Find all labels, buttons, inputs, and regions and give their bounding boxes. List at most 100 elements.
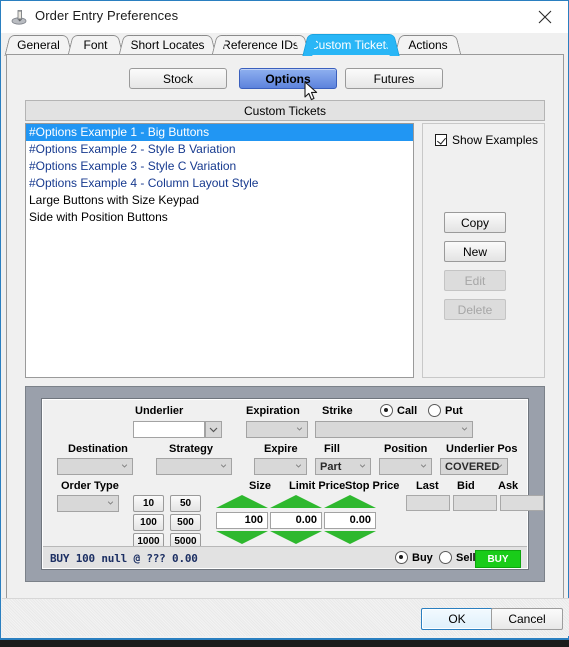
tab-general[interactable]: General [11,35,66,55]
tab-strip: General Font Short Locates Reference IDs… [1,33,568,55]
submit-order-button[interactable]: BUY [475,550,521,568]
fill-dropdown[interactable]: Part [315,458,371,475]
radio-dot-icon [380,404,393,417]
size-key-10[interactable]: 10 [133,495,164,512]
ask-field [500,495,544,511]
chevron-down-icon [359,464,366,468]
chevron-down-icon [496,464,503,468]
label-destination: Destination [68,443,128,455]
ticket-status-bar: BUY 100 null @ ??? 0.00 Buy Sell BUY [43,546,527,568]
position-dropdown[interactable] [379,458,432,475]
chevron-down-icon [220,464,227,468]
underlier-dropdown-button[interactable] [205,421,222,438]
strategy-dropdown[interactable] [156,458,232,475]
size-key-500[interactable]: 500 [170,514,201,531]
label-fill: Fill [324,443,340,455]
list-item[interactable]: #Options Example 2 - Style B Variation [26,141,413,158]
size-key-50[interactable]: 50 [170,495,201,512]
new-button[interactable]: New [444,241,506,262]
tab-short-locates[interactable]: Short Locates [125,35,210,55]
size-decrement-arrow[interactable] [216,531,268,544]
list-item[interactable]: #Options Example 4 - Column Layout Style [26,175,413,192]
type-button-stock[interactable]: Stock [129,68,227,89]
type-button-futures[interactable]: Futures [345,68,443,89]
buy-radio[interactable]: Buy [395,551,433,564]
label-expiration: Expiration [246,405,300,417]
cancel-button[interactable]: Cancel [491,608,563,630]
label-strike: Strike [322,405,353,417]
chevron-down-icon [461,427,468,431]
order-entry-preferences-window: Order Entry Preferences General Font Sho… [0,0,569,640]
custom-tickets-header: Custom Tickets [25,100,545,121]
list-actions-panel: Show Examples Copy New Edit Delete [422,123,545,378]
label-underlier-pos: Underlier Pos [446,443,518,455]
checkbox-check-icon [435,134,447,146]
label-position: Position [384,443,428,455]
label-limit-price: Limit Price [289,480,346,492]
label-ask: Ask [498,480,519,492]
preferences-pencil-icon [10,7,30,27]
stop-price-increment-arrow[interactable] [324,495,376,508]
call-radio[interactable]: Call [380,404,417,417]
sell-radio[interactable]: Sell [439,551,476,564]
tab-font[interactable]: Font [74,35,117,55]
expire-dropdown[interactable] [254,458,307,475]
radio-dot-icon [395,551,408,564]
label-strategy: Strategy [169,443,214,455]
limit-price-input[interactable]: 0.00 [270,512,322,529]
label-bid: Bid [457,480,475,492]
ticket-preview-frame: Underlier Expiration Strike Call Put Des… [25,386,545,582]
chevron-down-icon [107,501,114,505]
bid-field [453,495,497,511]
type-button-options[interactable]: Options [239,68,337,89]
custom-tickets-list[interactable]: #Options Example 1 - Big Buttons #Option… [25,123,414,378]
label-order-type: Order Type [61,480,119,492]
chevron-down-icon [121,464,128,468]
list-item[interactable]: #Options Example 3 - Style C Variation [26,158,413,175]
size-increment-arrow[interactable] [216,495,268,508]
radio-dot-icon [428,404,441,417]
underlier-pos-dropdown[interactable]: COVERED [440,458,508,475]
stop-price-decrement-arrow[interactable] [324,531,376,544]
window-title: Order Entry Preferences [35,8,179,23]
radio-dot-icon [439,551,452,564]
custom-tickets-panel: Stock Options Futures Custom Tickets #Op… [6,54,564,600]
limit-price-increment-arrow[interactable] [270,495,322,508]
edit-button: Edit [444,270,506,291]
label-size: Size [249,480,272,492]
list-item[interactable]: Side with Position Buttons [26,209,413,226]
chevron-down-icon [295,464,302,468]
label-underlier: Underlier [135,405,184,417]
ok-button[interactable]: OK [421,608,493,630]
label-last: Last [416,480,439,492]
chevron-down-icon [296,427,303,431]
tab-actions[interactable]: Actions [401,35,455,55]
dialog-button-bar: OK Cancel [2,598,569,636]
order-type-dropdown[interactable] [57,495,119,512]
copy-button[interactable]: Copy [444,212,506,233]
size-key-100[interactable]: 100 [133,514,164,531]
chevron-down-icon [420,464,427,468]
label-expire: Expire [264,443,298,455]
label-stop-price: Stop Price [345,480,400,492]
last-field [406,495,450,511]
ticket-preview: Underlier Expiration Strike Call Put Des… [42,399,544,569]
show-examples-checkbox[interactable]: Show Examples [435,133,538,147]
expiration-dropdown[interactable] [246,421,308,438]
delete-button: Delete [444,299,506,320]
tab-custom-tickets[interactable]: Custom Tickets [309,34,393,55]
list-item[interactable]: #Options Example 1 - Big Buttons [26,124,413,141]
put-radio[interactable]: Put [428,404,463,417]
destination-dropdown[interactable] [57,458,133,475]
strike-dropdown[interactable] [315,421,473,438]
show-examples-label: Show Examples [452,133,539,147]
limit-price-decrement-arrow[interactable] [270,531,322,544]
tab-reference-ids[interactable]: Reference IDs [218,35,303,55]
close-icon[interactable] [522,1,568,32]
order-summary-text: BUY 100 null @ ??? 0.00 [50,552,198,565]
underlier-input[interactable] [133,421,205,438]
stop-price-input[interactable]: 0.00 [324,512,376,529]
list-item[interactable]: Large Buttons with Size Keypad [26,192,413,209]
title-bar: Order Entry Preferences [1,1,568,33]
size-input[interactable]: 100 [216,512,268,529]
